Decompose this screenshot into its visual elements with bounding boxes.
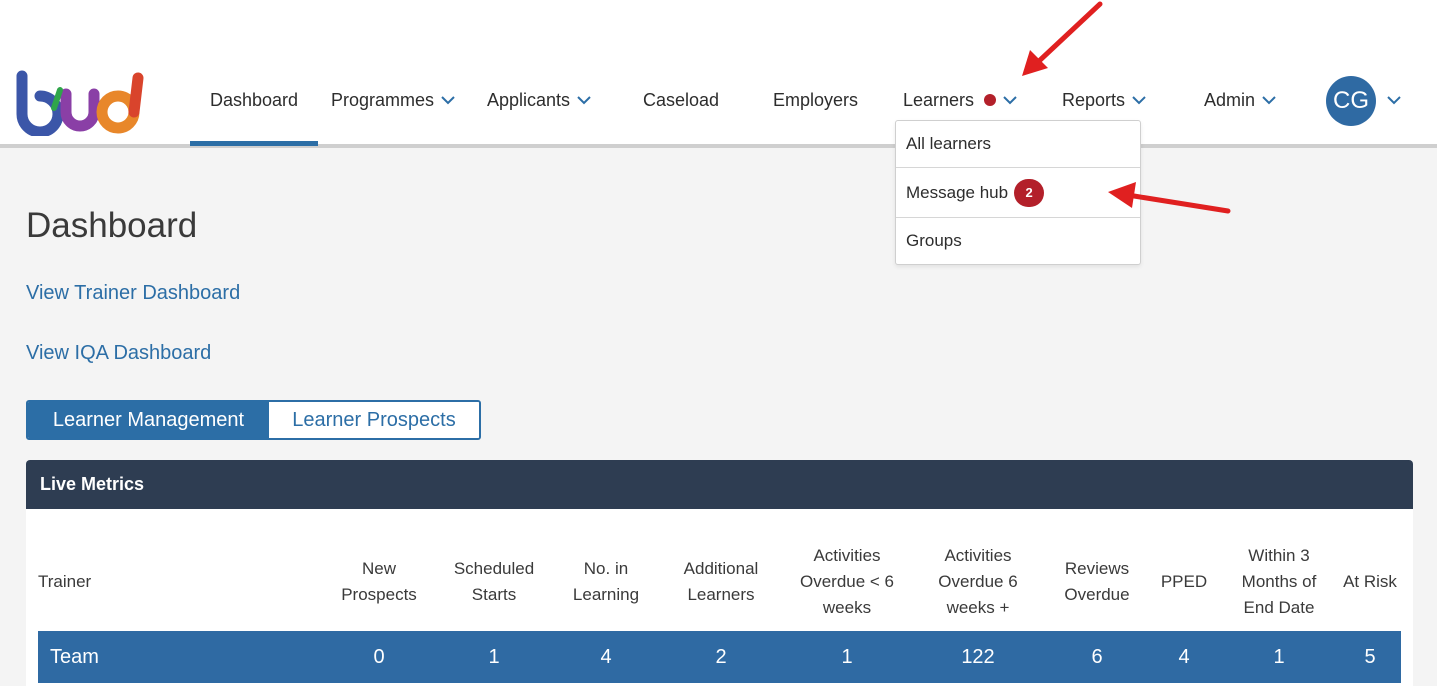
nav-dashboard-label: Dashboard [210, 89, 299, 110]
menu-item-label: Message hub [906, 182, 1009, 202]
nav-reports-label: Reports [1062, 89, 1126, 110]
user-avatar[interactable]: CG [1326, 76, 1376, 126]
column-header-scheduled-starts: Scheduled Starts [453, 559, 535, 604]
user-menu-chevron-down-icon[interactable] [1386, 92, 1402, 108]
column-header-no-in-learning: No. in Learning [572, 559, 640, 604]
menu-item-all-learners[interactable]: All learners [896, 121, 1140, 167]
cell-pped: 4 [1178, 645, 1190, 668]
chevron-down-icon [1262, 96, 1276, 105]
nav-admin[interactable]: Admin [1204, 88, 1277, 112]
user-initials: CG [1333, 87, 1369, 114]
menu-item-label: All learners [906, 134, 992, 153]
notification-dot [984, 94, 997, 106]
tab-learner-management[interactable]: Learner Management [28, 402, 269, 438]
column-header-activities-overdue-lt-6: Activities Overdue < 6 weeks [799, 546, 895, 617]
top-navigation-bar: Dashboard Programmes Applicants Caseload… [0, 0, 1437, 148]
nav-learners-label: Learners [903, 89, 975, 110]
nav-learners[interactable]: Learners [903, 88, 1018, 112]
menu-item-message-hub[interactable]: Message hub 2 [896, 168, 1140, 217]
menu-item-groups[interactable]: Groups [896, 218, 1140, 264]
dashboard-tabs: Learner Management Learner Prospects [26, 400, 481, 440]
chevron-down-icon [1132, 96, 1146, 105]
cell-at-risk: 5 [1364, 645, 1376, 668]
cell-scheduled-starts: 1 [488, 645, 500, 668]
column-header-reviews-overdue: Reviews Overdue [1064, 559, 1130, 604]
cell-new-prospects: 0 [373, 645, 385, 668]
column-header-at-risk: At Risk [1343, 572, 1397, 591]
view-iqa-dashboard-link[interactable]: View IQA Dashboard [26, 342, 211, 365]
nav-caseload[interactable]: Caseload [643, 88, 719, 112]
chevron-down-icon [1003, 96, 1017, 105]
nav-programmes[interactable]: Programmes [331, 88, 456, 112]
unread-count-badge: 2 [1014, 178, 1045, 207]
column-header-within-3-months: Within 3 Months of End Date [1241, 546, 1317, 617]
nav-reports[interactable]: Reports [1062, 88, 1147, 112]
chevron-down-icon [441, 96, 455, 105]
nav-employers[interactable]: Employers [773, 88, 858, 112]
column-header-trainer: Trainer [38, 572, 92, 591]
tab-learner-prospects[interactable]: Learner Prospects [269, 402, 479, 438]
nav-admin-label: Admin [1204, 89, 1256, 110]
column-header-additional-learners: Additional Learners [683, 559, 759, 604]
nav-dashboard[interactable]: Dashboard [210, 88, 298, 112]
cell-reviews-overdue: 6 [1091, 645, 1103, 668]
cell-additional-learners: 2 [715, 645, 727, 668]
bud-logo[interactable] [14, 70, 154, 136]
live-metrics-panel: Live Metrics Trainer New Prospects Sched… [26, 460, 1413, 686]
cell-activities-overdue-lt-6: 1 [841, 645, 853, 668]
column-header-pped: PPED [1160, 572, 1208, 591]
panel-title: Live Metrics [26, 460, 1413, 509]
page-title: Dashboard [26, 206, 198, 245]
nav-caseload-label: Caseload [643, 89, 720, 110]
nav-employers-label: Employers [773, 89, 859, 110]
cell-within-3-months: 1 [1273, 645, 1285, 668]
nav-applicants-label: Applicants [487, 89, 571, 110]
column-header-activities-overdue-6-plus: Activities Overdue 6 weeks + [938, 546, 1018, 617]
column-header-new-prospects: New Prospects [341, 559, 417, 604]
learners-dropdown-menu: All learners Message hub 2 Groups [895, 120, 1141, 265]
chevron-down-icon [577, 96, 591, 105]
cell-no-in-learning: 4 [600, 645, 612, 668]
view-trainer-dashboard-link[interactable]: View Trainer Dashboard [26, 282, 240, 305]
cell-trainer: Team [50, 645, 99, 668]
cell-activities-overdue-6-plus: 122 [961, 645, 995, 668]
nav-active-indicator [190, 141, 318, 146]
nav-programmes-label: Programmes [331, 89, 435, 110]
menu-item-label: Groups [906, 231, 962, 250]
nav-applicants[interactable]: Applicants [487, 88, 592, 112]
